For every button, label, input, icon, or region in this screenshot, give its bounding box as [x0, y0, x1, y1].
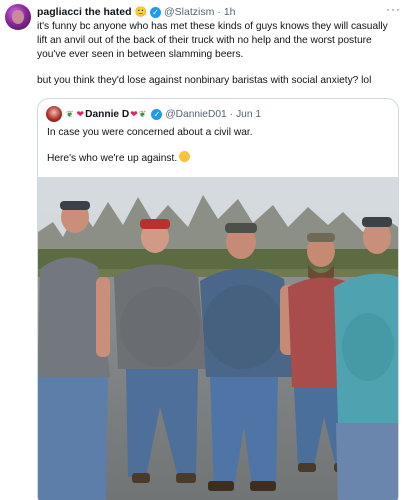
quoted-tweet-card[interactable]: ❦ ❤ Dannie D ❤ ❦ ✓ @DannieD01 · Jun 1 In…	[37, 98, 399, 500]
tweet-paragraph: it's funny bc anyone who has met these k…	[37, 21, 388, 61]
quoted-tweet-text: In case you were concerned about a civil…	[47, 126, 387, 166]
quoted-photo[interactable]	[38, 177, 398, 500]
leaf-icon: ❦	[138, 108, 147, 119]
hearts-icon: ❤	[76, 108, 85, 119]
photo-illustration	[38, 177, 398, 500]
tweet-text: it's funny bc anyone who has met these k…	[37, 20, 397, 88]
tweet-header: pagliacci the hated 🙂 ✓ @Slatzism · 1h ·…	[37, 2, 401, 19]
quoted-tweet-time[interactable]: Jun 1	[236, 109, 261, 120]
author-handle[interactable]: @Slatzism	[164, 6, 214, 18]
author-emoji: 🙂	[134, 6, 147, 18]
quoted-line: In case you were concerned about a civil…	[47, 127, 253, 138]
quoted-author-name[interactable]: Dannie D	[85, 109, 129, 120]
more-options-icon[interactable]: ···	[386, 2, 401, 16]
verified-badge-icon: ✓	[149, 6, 161, 18]
quoted-tweet-header: ❦ ❤ Dannie D ❤ ❦ ✓ @DannieD01 · Jun 1	[46, 106, 390, 122]
tweet-paragraph: but you think they'd lose against nonbin…	[37, 74, 372, 86]
quoted-line-2: Here's who we're up against.	[47, 151, 387, 166]
hearts-icon: ❤	[130, 108, 138, 119]
quoted-author-handle[interactable]: @DannieD01	[165, 109, 226, 120]
smirk-emoji-icon	[179, 151, 191, 162]
quoted-author-avatar[interactable]	[46, 106, 62, 122]
author-avatar[interactable]	[5, 4, 31, 30]
quoted-line-text: Here's who we're up against.	[47, 153, 178, 164]
verified-badge-icon: ✓	[151, 108, 163, 120]
tweet-time[interactable]: 1h	[224, 6, 236, 18]
avatar-face	[12, 10, 24, 24]
dot-separator: ·	[229, 108, 234, 120]
dot-separator: ·	[217, 6, 221, 18]
author-name[interactable]: pagliacci the hated	[37, 6, 132, 18]
leaf-icon: ❦	[66, 108, 74, 119]
